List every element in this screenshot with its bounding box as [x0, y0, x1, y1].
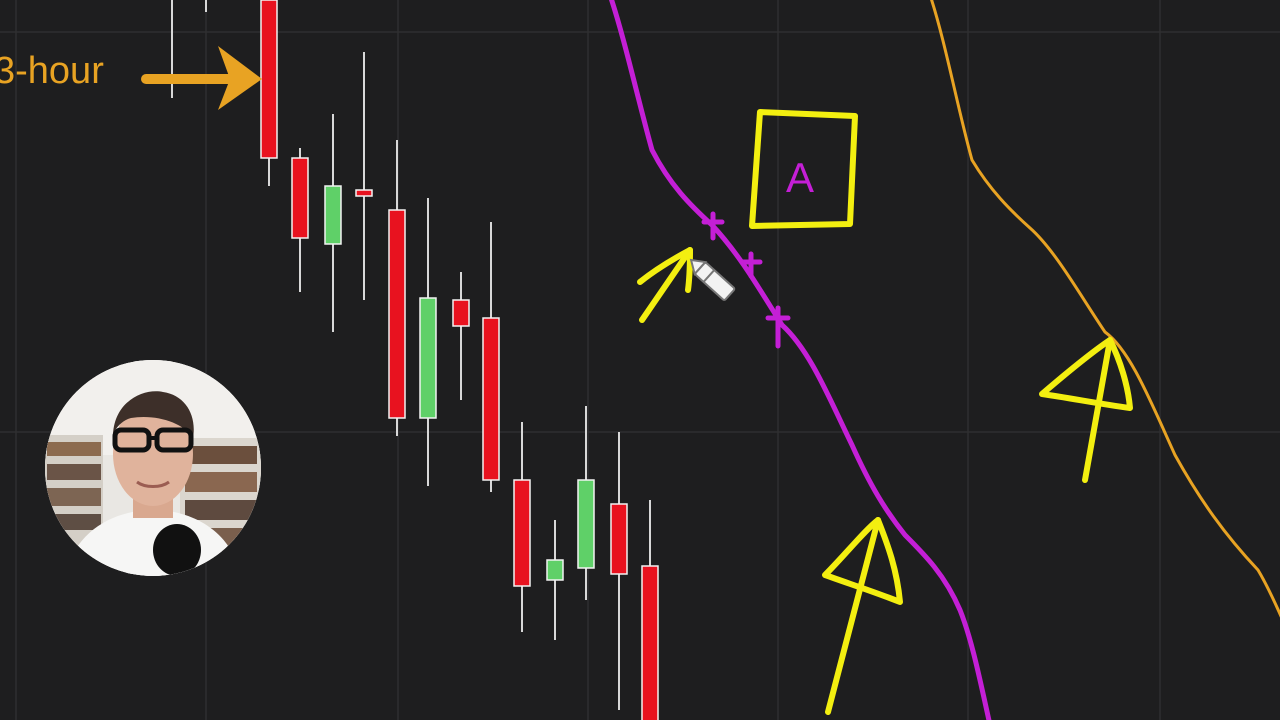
presenter-avatar [45, 360, 261, 576]
candle-body [452, 299, 470, 327]
magenta-indicator-line [608, 0, 992, 720]
candle-body [388, 209, 406, 419]
annotation-arrow-2 [1039, 337, 1133, 483]
timeframe-label: 3-hour [0, 50, 104, 92]
candle-body [291, 157, 309, 239]
candle-body [260, 0, 278, 159]
annotation-arrow-1 [637, 247, 693, 323]
candle-body [324, 185, 342, 245]
annotation-box-a: A [749, 109, 858, 229]
candle-body [419, 297, 437, 419]
candle-body [641, 565, 659, 720]
pencil-cursor-icon [689, 258, 736, 301]
webcam-overlay [45, 360, 261, 576]
annotation-arrow-3 [822, 517, 903, 715]
candlestick-series [171, 0, 659, 720]
candle-body [482, 317, 500, 481]
price-chart: A [0, 0, 1280, 720]
candle-body [513, 479, 531, 587]
orange-indicator-line [930, 0, 1280, 618]
candle-body [577, 479, 595, 569]
candle-body [355, 189, 373, 197]
candle-body [610, 503, 628, 575]
candle-body [546, 559, 564, 581]
annotation-box-letter: A [786, 154, 814, 201]
chart-stage: A 3-hour [0, 0, 1280, 720]
arrow-right-icon [141, 46, 262, 110]
